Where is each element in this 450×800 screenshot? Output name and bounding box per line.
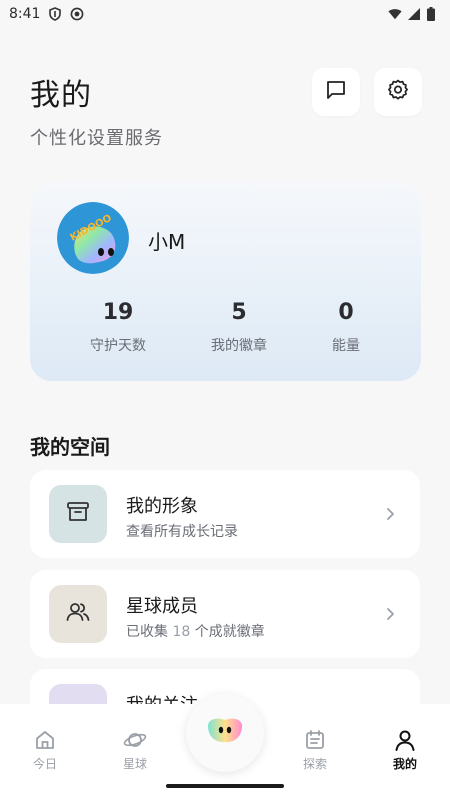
center-mascot-button[interactable] — [186, 694, 264, 772]
stat-energy[interactable]: 0 能量 — [286, 300, 406, 355]
list-icon-box — [49, 485, 107, 543]
nav-item-planet[interactable]: 星球 — [110, 728, 160, 772]
home-indicator — [166, 784, 284, 788]
stat-badges[interactable]: 5 我的徽章 — [179, 300, 299, 355]
app-status-icon — [70, 7, 84, 21]
chevron-right-icon — [384, 606, 396, 622]
avatar[interactable]: KIDOOO — [57, 202, 129, 274]
stat-guard-days[interactable]: 19 守护天数 — [58, 300, 178, 355]
badge-count: 18 — [172, 624, 191, 640]
stat-label: 我的徽章 — [211, 338, 267, 354]
profile-icon — [393, 728, 417, 752]
nav-item-explore[interactable]: 探索 — [290, 728, 340, 772]
page-header: 我的 个性化设置服务 — [30, 68, 422, 150]
calendar-icon — [303, 728, 327, 752]
nav-label: 今日 — [32, 757, 57, 771]
stats-row: 19 守护天数 5 我的徽章 0 能量 — [30, 300, 421, 360]
desc-suffix: 个成就徽章 — [194, 624, 265, 640]
home-icon — [33, 728, 57, 752]
archive-icon — [64, 498, 92, 530]
list-item-desc: 查看所有成长记录 — [126, 524, 238, 540]
wifi-icon — [388, 7, 402, 21]
list-item-my-image[interactable]: 我的形象 查看所有成长记录 — [30, 470, 420, 558]
stat-label: 能量 — [332, 338, 360, 354]
list-item-desc: 已收集 18 个成就徽章 — [126, 621, 265, 641]
header-actions — [312, 68, 422, 116]
desc-prefix: 已收集 — [126, 624, 168, 640]
stat-value: 5 — [231, 300, 247, 325]
stat-label: 守护天数 — [90, 338, 146, 354]
list-item-title: 星球成员 — [126, 596, 198, 617]
messages-button[interactable] — [312, 68, 360, 116]
status-time: 8:41 — [9, 6, 41, 22]
shield-icon — [48, 7, 62, 21]
battery-icon — [426, 7, 440, 21]
stat-value: 0 — [338, 300, 354, 325]
profile-card[interactable]: KIDOOO 小M 19 守护天数 5 我的徽章 0 能量 — [30, 182, 421, 381]
planet-icon — [123, 728, 147, 752]
nav-label: 星球 — [122, 757, 147, 771]
section-title: 我的空间 — [30, 435, 110, 459]
signal-icon — [407, 7, 421, 21]
chevron-right-icon — [384, 506, 396, 522]
nav-item-me[interactable]: 我的 — [380, 728, 430, 772]
settings-button[interactable] — [374, 68, 422, 116]
nav-label: 我的 — [392, 757, 417, 771]
status-bar: 8:41 — [0, 0, 450, 28]
page-subtitle: 个性化设置服务 — [30, 128, 163, 149]
nav-label: 探索 — [302, 757, 327, 771]
users-icon — [64, 598, 92, 630]
list-icon-box — [49, 585, 107, 643]
message-icon — [324, 78, 348, 106]
list-item-title: 我的形象 — [126, 496, 198, 517]
stat-value: 19 — [102, 300, 134, 325]
list-item-planet-members[interactable]: 星球成员 已收集 18 个成就徽章 — [30, 570, 420, 658]
nav-item-today[interactable]: 今日 — [20, 728, 70, 772]
gear-icon — [386, 78, 410, 106]
mascot-icon — [205, 716, 245, 750]
user-name: 小M — [148, 230, 186, 254]
